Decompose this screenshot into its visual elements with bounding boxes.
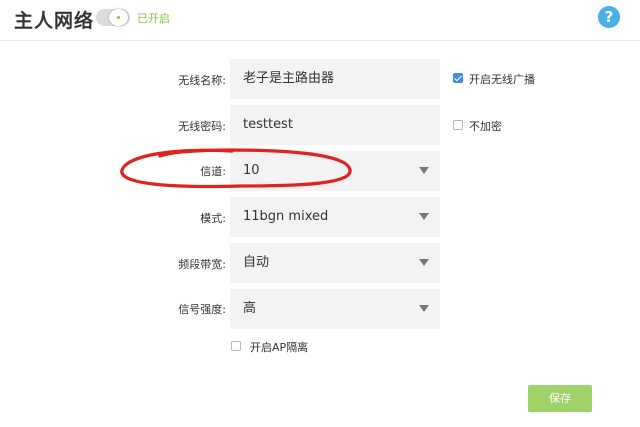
- mode-label: 模式:: [200, 212, 226, 225]
- signal-label: 信号强度:: [178, 303, 226, 316]
- no-encrypt-label: 不加密: [469, 120, 502, 133]
- dropdown-arrow-icon: [419, 305, 429, 312]
- mode-select[interactable]: 11bgn mixed: [230, 197, 440, 237]
- ap-isolation-checkbox[interactable]: [231, 341, 241, 351]
- channel-value: 10: [243, 163, 260, 178]
- no-encrypt-checkbox[interactable]: [453, 120, 463, 130]
- save-button[interactable]: 保存: [528, 385, 592, 412]
- signal-value: 高: [243, 301, 257, 316]
- help-icon[interactable]: ?: [598, 6, 620, 28]
- dropdown-arrow-icon: [419, 167, 429, 174]
- broadcast-checkbox[interactable]: [453, 73, 463, 83]
- dropdown-arrow-icon: [419, 213, 429, 220]
- network-toggle[interactable]: [96, 9, 130, 26]
- broadcast-label: 开启无线广播: [469, 73, 535, 86]
- ap-isolation-label: 开启AP隔离: [250, 341, 309, 354]
- signal-select[interactable]: 高: [230, 289, 440, 329]
- bandwidth-value: 自动: [243, 255, 270, 270]
- password-label: 无线密码:: [178, 120, 226, 133]
- channel-label: 信道:: [200, 165, 226, 178]
- password-input[interactable]: testtest: [230, 105, 440, 145]
- page-title: 主人网络: [14, 10, 95, 32]
- ssid-input[interactable]: 老子是主路由器: [230, 59, 440, 99]
- header: 主人网络 已开启 ?: [0, 0, 640, 41]
- channel-select[interactable]: 10: [230, 151, 440, 191]
- bandwidth-select[interactable]: 自动: [230, 243, 440, 283]
- ssid-label: 无线名称:: [178, 74, 226, 87]
- mode-value: 11bgn mixed: [243, 209, 329, 224]
- toggle-knob: [109, 9, 128, 26]
- bandwidth-label: 频段带宽:: [178, 258, 226, 271]
- toggle-status-label: 已开启: [137, 12, 170, 25]
- dropdown-arrow-icon: [419, 259, 429, 266]
